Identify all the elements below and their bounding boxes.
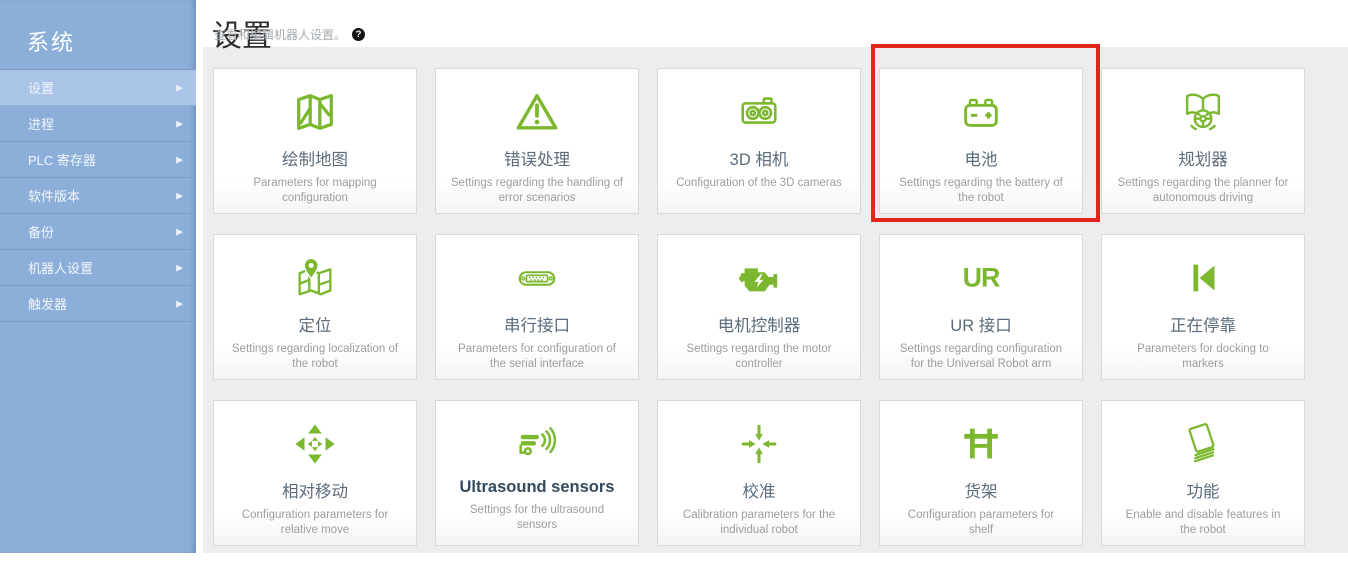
card-ultrasound-sensors[interactable]: Ultrasound sensors Settings for the ultr… (435, 400, 639, 546)
card-title: 电池 (880, 146, 1082, 170)
dock-marker-icon (1102, 255, 1304, 301)
card-description: Parameters for docking to markers (1117, 342, 1289, 371)
card-3d-cameras[interactable]: 3D 相机 Configuration of the 3D cameras (657, 68, 861, 214)
sidebar-item-software-versions[interactable]: 软件版本 ▶ (0, 178, 196, 214)
card-description: Parameters for configuration of the seri… (451, 342, 623, 371)
card-planner[interactable]: 规划器 Settings regarding the planner for a… (1101, 68, 1305, 214)
location-pin-map-icon (214, 255, 416, 301)
card-title: 串行接口 (436, 312, 638, 336)
chevron-right-icon: ▶ (176, 119, 183, 128)
shelf-icon (880, 421, 1082, 467)
card-battery[interactable]: 电池 Settings regarding the battery of the… (879, 68, 1083, 214)
card-description: Configuration of the 3D cameras (673, 176, 845, 191)
card-description: Settings regarding configuration for the… (895, 342, 1067, 371)
steering-wheel-map-icon (1102, 89, 1304, 135)
chevron-right-icon: ▶ (176, 227, 183, 236)
card-title: 错误处理 (436, 146, 638, 170)
sidebar-item-processes[interactable]: 进程 ▶ (0, 106, 196, 142)
chevron-right-icon: ▶ (176, 155, 183, 164)
card-shelf[interactable]: 货架 Configuration parameters for shelf (879, 400, 1083, 546)
card-motor-controller[interactable]: 电机控制器 Settings regarding the motor contr… (657, 234, 861, 380)
card-description: Settings regarding the motor controller (673, 342, 845, 371)
sidebar-item-robot-setup[interactable]: 机器人设置 ▶ (0, 250, 196, 286)
card-description: Settings regarding the handling of error… (451, 176, 623, 205)
card-description: Configuration parameters for shelf (895, 508, 1067, 537)
svg-text:UR: UR (963, 263, 1000, 293)
sidebar-menu: 设置 ▶ 进程 ▶ PLC 寄存器 ▶ 软件版本 ▶ 备份 ▶ 机器人设置 ▶ … (0, 70, 196, 322)
card-title: 3D 相机 (658, 146, 860, 170)
sidebar-item-label: 触发器 (28, 294, 67, 313)
help-circle-icon[interactable]: ? (352, 28, 365, 41)
chevron-right-icon: ▶ (176, 263, 183, 272)
sidebar-item-label: 备份 (28, 222, 54, 241)
card-title: UR 接口 (880, 312, 1082, 336)
sidebar-item-label: 软件版本 (28, 186, 80, 205)
settings-card-grid: 绘制地图 Parameters for mapping configuratio… (213, 68, 1305, 546)
ur-logo-icon: UR (880, 255, 1082, 301)
sidebar-item-label: 进程 (28, 114, 54, 133)
sidebar-title: 系统 (0, 0, 196, 70)
chevron-right-icon: ▶ (176, 191, 183, 200)
card-relative-move[interactable]: 相对移动 Configuration parameters for relati… (213, 400, 417, 546)
card-description: Parameters for mapping configuration (229, 176, 401, 205)
sidebar-item-label: 机器人设置 (28, 258, 93, 277)
page-subtitle-text: 查看和编辑机器人设置。 (214, 26, 346, 43)
sidebar-item-plc-registers[interactable]: PLC 寄存器 ▶ (0, 142, 196, 178)
camera-icon (658, 89, 860, 135)
card-features[interactable]: 功能 Enable and disable features in the ro… (1101, 400, 1305, 546)
page-subtitle: 查看和编辑机器人设置。 ? (214, 26, 365, 43)
card-title: 电机控制器 (658, 312, 860, 336)
card-mapping[interactable]: 绘制地图 Parameters for mapping configuratio… (213, 68, 417, 214)
card-title: 功能 (1102, 478, 1304, 502)
card-description: Settings regarding the battery of the ro… (895, 176, 1067, 205)
card-title: Ultrasound sensors (436, 478, 638, 497)
warning-triangle-icon (436, 89, 638, 135)
card-description: Enable and disable features in the robot (1117, 508, 1289, 537)
card-description: Settings for the ultrasound sensors (451, 503, 623, 532)
card-title: 货架 (880, 478, 1082, 502)
engine-icon (658, 255, 860, 301)
ultrasound-waves-icon (436, 421, 638, 467)
card-title: 校准 (658, 478, 860, 502)
card-description: Settings regarding localization of the r… (229, 342, 401, 371)
sidebar: 系统 设置 ▶ 进程 ▶ PLC 寄存器 ▶ 软件版本 ▶ 备份 ▶ 机器人设置… (0, 0, 196, 553)
card-title: 相对移动 (214, 478, 416, 502)
card-title: 绘制地图 (214, 146, 416, 170)
calibrate-arrows-icon (658, 421, 860, 467)
sidebar-item-label: PLC 寄存器 (28, 150, 96, 169)
chevron-right-icon: ▶ (176, 83, 183, 92)
card-serial-interface[interactable]: 串行接口 Parameters for configuration of the… (435, 234, 639, 380)
card-title: 正在停靠 (1102, 312, 1304, 336)
sidebar-item-triggers[interactable]: 触发器 ▶ (0, 286, 196, 322)
move-arrows-icon (214, 421, 416, 467)
card-calibration[interactable]: 校准 Calibration parameters for the indivi… (657, 400, 861, 546)
stacked-sheets-icon (1102, 421, 1304, 467)
sidebar-item-settings[interactable]: 设置 ▶ (0, 70, 196, 106)
card-ur-interface[interactable]: UR UR 接口 Settings regarding configuratio… (879, 234, 1083, 380)
card-description: Settings regarding the planner for auton… (1117, 176, 1289, 205)
sidebar-item-label: 设置 (28, 78, 54, 97)
card-localization[interactable]: 定位 Settings regarding localization of th… (213, 234, 417, 380)
card-title: 定位 (214, 312, 416, 336)
chevron-right-icon: ▶ (176, 299, 183, 308)
card-description: Calibration parameters for the individua… (673, 508, 845, 537)
card-title: 规划器 (1102, 146, 1304, 170)
map-icon (214, 89, 416, 135)
sidebar-item-backups[interactable]: 备份 ▶ (0, 214, 196, 250)
battery-icon (880, 89, 1082, 135)
card-docking[interactable]: 正在停靠 Parameters for docking to markers (1101, 234, 1305, 380)
card-description: Configuration parameters for relative mo… (229, 508, 401, 537)
card-error-handling[interactable]: 错误处理 Settings regarding the handling of … (435, 68, 639, 214)
serial-port-icon (436, 255, 638, 301)
